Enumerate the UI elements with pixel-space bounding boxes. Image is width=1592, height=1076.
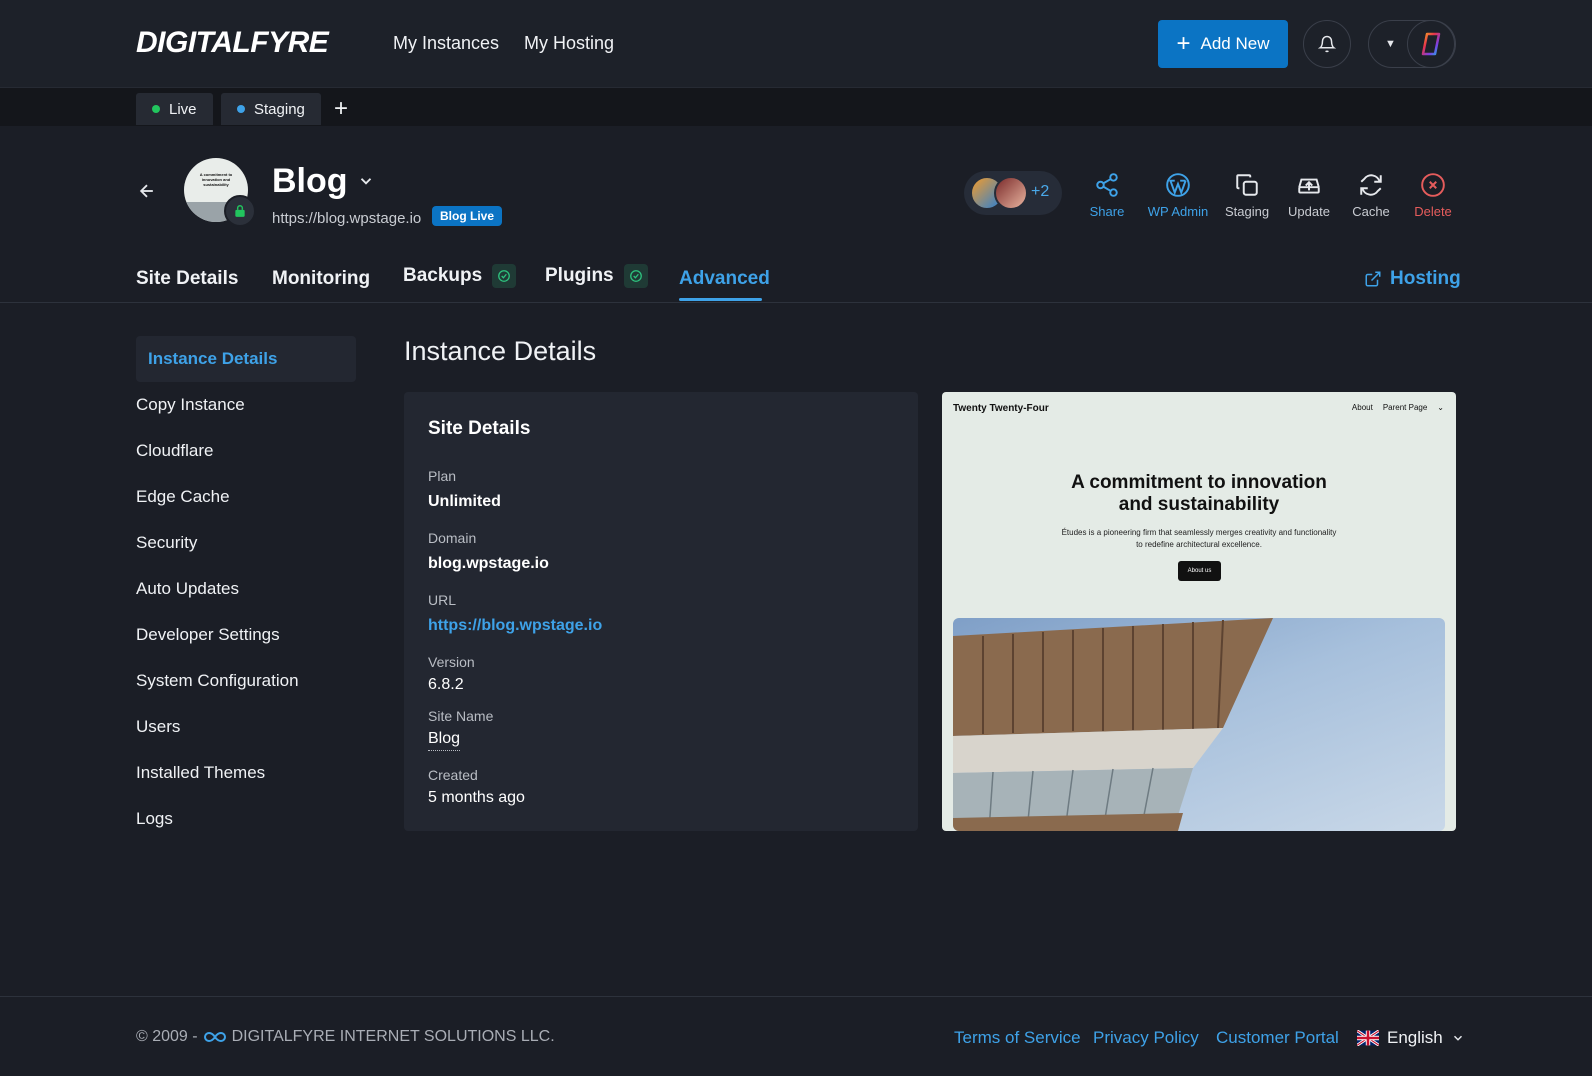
- share-button[interactable]: Share: [1071, 172, 1143, 219]
- add-new-label: Add New: [1200, 34, 1270, 53]
- domain-label: Domain: [428, 530, 477, 546]
- created-label: Created: [428, 767, 478, 783]
- wordpress-icon: [1166, 173, 1190, 197]
- notifications-button[interactable]: [1303, 20, 1351, 68]
- top-navbar: DIGITALFYRE My Instances My Hosting + Ad…: [0, 0, 1592, 88]
- domain-value: blog.wpstage.io: [428, 555, 549, 572]
- close-circle-icon: [1421, 173, 1445, 197]
- status-badge: Blog Live: [432, 206, 503, 226]
- active-tab-indicator: [679, 298, 762, 301]
- sidebar-item-users[interactable]: Users: [136, 704, 356, 750]
- tab-monitoring[interactable]: Monitoring: [272, 268, 370, 290]
- preview-about-button: About us: [1178, 561, 1221, 581]
- delete-button[interactable]: Delete: [1397, 172, 1469, 219]
- arrow-left-icon: [139, 184, 153, 198]
- preview-headline: A commitment to innovation and sustainab…: [1071, 472, 1327, 515]
- refresh-icon: [1360, 174, 1382, 196]
- language-selector[interactable]: English: [1357, 1028, 1465, 1048]
- hosting-link[interactable]: Hosting: [1364, 268, 1461, 290]
- sidebar-item-developer-settings[interactable]: Developer Settings: [136, 612, 356, 658]
- env-tab-label: Staging: [254, 100, 305, 118]
- tab-backups[interactable]: Backups: [403, 264, 517, 288]
- env-tab-staging[interactable]: Staging: [221, 93, 321, 125]
- infinity-logo-icon: [203, 1031, 226, 1043]
- plus-icon: +: [1176, 30, 1191, 57]
- sidebar-item-system-configuration[interactable]: System Configuration: [136, 658, 356, 704]
- account-menu[interactable]: ▼: [1368, 20, 1456, 68]
- sidebar-item-installed-themes[interactable]: Installed Themes: [136, 750, 356, 796]
- preview-building-image: [953, 618, 1445, 831]
- version-value: 6.8.2: [428, 676, 464, 693]
- plan-label: Plan: [428, 468, 457, 484]
- preview-nav: About Parent Page ⌄: [1351, 403, 1444, 412]
- ssl-lock-badge: [224, 195, 256, 227]
- sidebar-item-cloudflare[interactable]: Cloudflare: [136, 428, 356, 474]
- caret-down-icon: ▼: [1385, 38, 1396, 50]
- site-switcher-dropdown[interactable]: [357, 172, 375, 195]
- sidebar-item-edge-cache[interactable]: Edge Cache: [136, 474, 356, 520]
- lock-icon: [235, 205, 245, 217]
- cloud-upload-icon: [1298, 178, 1320, 194]
- external-link-icon: [1365, 271, 1381, 287]
- customer-portal-link[interactable]: Customer Portal: [1216, 1028, 1339, 1048]
- advanced-sidebar: Instance Details Copy Instance Cloudflar…: [136, 336, 356, 842]
- share-icon: [1096, 173, 1118, 197]
- url-link[interactable]: https://blog.wpstage.io: [428, 617, 602, 635]
- nav-my-instances[interactable]: My Instances: [393, 33, 499, 54]
- collaborators[interactable]: +2: [964, 171, 1062, 215]
- version-label: Version: [428, 654, 475, 670]
- tab-plugins[interactable]: Plugins: [545, 264, 648, 288]
- uk-flag-icon: [1357, 1030, 1379, 1046]
- created-value: 5 months ago: [428, 789, 525, 806]
- terms-link[interactable]: Terms of Service: [954, 1028, 1081, 1048]
- tab-advanced[interactable]: Advanced: [679, 268, 770, 290]
- privacy-link[interactable]: Privacy Policy: [1093, 1028, 1199, 1048]
- live-status-dot: [152, 105, 160, 113]
- sidebar-item-logs[interactable]: Logs: [136, 796, 356, 842]
- brand-logo[interactable]: DIGITALFYRE: [136, 26, 329, 60]
- sidebar-item-security[interactable]: Security: [136, 520, 356, 566]
- staging-status-dot: [237, 105, 245, 113]
- sidebar-item-copy-instance[interactable]: Copy Instance: [136, 382, 356, 428]
- env-tab-label: Live: [169, 100, 197, 118]
- site-url[interactable]: https://blog.wpstage.io: [272, 210, 421, 227]
- site-name-label: Site Name: [428, 708, 494, 724]
- check-circle-icon: [623, 264, 648, 288]
- copy-icon: [1236, 174, 1258, 196]
- thumb-headline: A commitment to innovation and sustainab…: [199, 172, 233, 187]
- chevron-down-icon: [1453, 1035, 1462, 1041]
- check-circle-icon: [492, 264, 517, 288]
- add-environment-button[interactable]: +: [334, 95, 348, 123]
- nav-my-hosting[interactable]: My Hosting: [524, 33, 614, 54]
- url-label: URL: [428, 592, 457, 608]
- main-tabs: Site Details Monitoring Backups Plugins …: [0, 256, 1592, 303]
- site-name-value[interactable]: Blog: [428, 730, 461, 751]
- plan-value: Unlimited: [428, 493, 501, 510]
- wp-admin-button[interactable]: WP Admin: [1142, 172, 1214, 219]
- page-title: Instance Details: [404, 336, 597, 366]
- site-preview[interactable]: Twenty Twenty-Four About Parent Page ⌄ A c…: [942, 392, 1456, 831]
- bell-icon: [1318, 35, 1336, 53]
- tab-site-details[interactable]: Site Details: [136, 268, 238, 290]
- brand-mark-icon: [1421, 32, 1441, 56]
- env-tab-live[interactable]: Live: [136, 93, 213, 125]
- copyright: © 2009 - DIGITALFYRE INTERNET SOLUTIONS …: [136, 1028, 555, 1045]
- card-title: Site Details: [428, 418, 531, 439]
- footer: © 2009 - DIGITALFYRE INTERNET SOLUTIONS …: [0, 996, 1592, 1076]
- collaborator-count: +2: [1031, 183, 1050, 200]
- preview-brand: Twenty Twenty-Four: [953, 403, 1049, 414]
- sidebar-item-auto-updates[interactable]: Auto Updates: [136, 566, 356, 612]
- add-new-button[interactable]: + Add New: [1158, 20, 1288, 68]
- avatar: [994, 176, 1028, 210]
- back-button[interactable]: [137, 181, 157, 206]
- preview-subtitle: Études is a pioneering firm that seamles…: [1061, 528, 1337, 549]
- account-avatar[interactable]: [1407, 20, 1455, 68]
- chevron-down-icon: [360, 178, 372, 185]
- site-name: Blog: [272, 162, 348, 200]
- site-details-card: Site Details Plan Unlimited Domain blog.…: [404, 392, 918, 831]
- sidebar-item-instance-details[interactable]: Instance Details: [136, 336, 356, 382]
